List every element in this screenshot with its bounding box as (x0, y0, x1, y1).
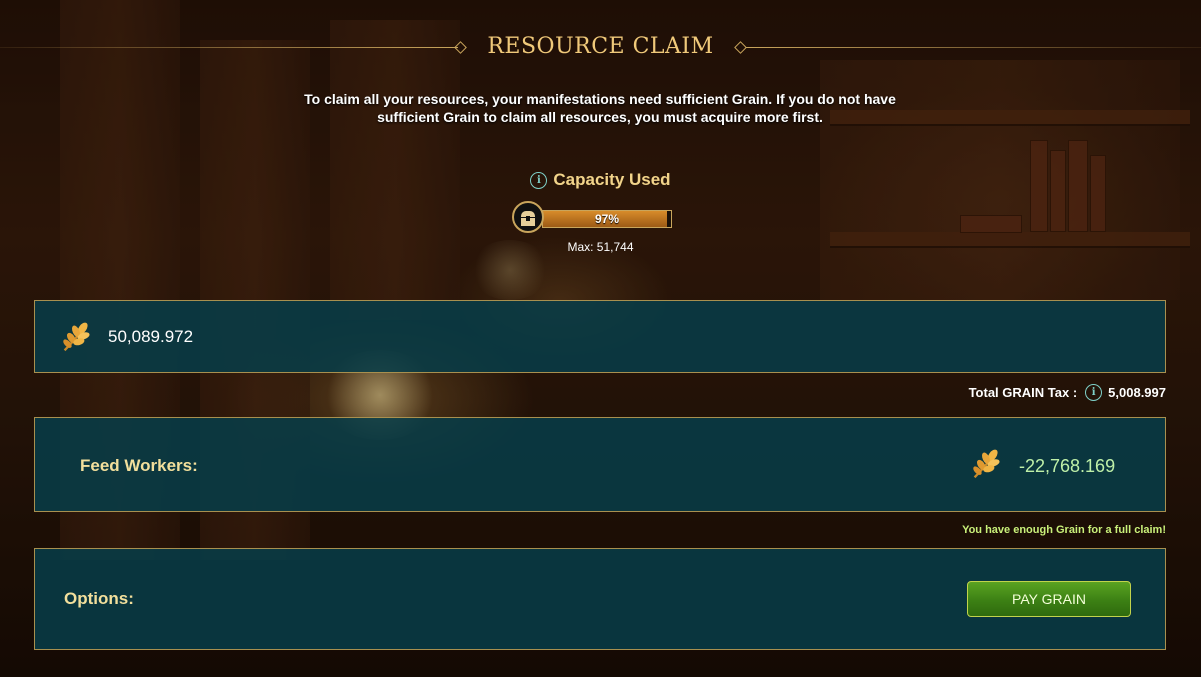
feed-workers-panel: Feed Workers: -22,768.169 (34, 417, 1166, 512)
grain-tax-label: Total GRAIN Tax : (968, 385, 1078, 400)
options-panel: Options: PAY GRAIN (34, 548, 1166, 650)
tax-info-icon[interactable]: i (1085, 384, 1103, 401)
capacity-meter: 97% (512, 201, 672, 237)
grain-tax-value: 5,008.997 (1108, 385, 1166, 400)
capacity-percent: 97% (594, 212, 620, 226)
capacity-title-label: Capacity Used (553, 170, 671, 189)
intro-text: To claim all your resources, your manife… (304, 91, 896, 125)
grain-status-message: You have enough Grain for a full claim! (962, 524, 1166, 536)
wheat-icon (973, 449, 1000, 479)
header: RESOURCE CLAIM (0, 30, 1201, 66)
capacity-max: Max: 51,744 (567, 240, 634, 254)
grain-tax-row: Total GRAIN Tax : i 5,008.997 (969, 384, 1166, 401)
pay-grain-button[interactable]: PAY GRAIN (967, 581, 1131, 617)
info-icon[interactable]: i (530, 172, 548, 190)
feed-workers-label: Feed Workers: (80, 456, 198, 475)
chest-icon (512, 201, 544, 233)
capacity-title: i Capacity Used (0, 170, 1201, 190)
page-title: RESOURCE CLAIM (487, 34, 714, 59)
grain-balance-amount: 50,089.972 (108, 327, 194, 346)
feed-workers-amount: -22,768.169 (1019, 456, 1116, 476)
wheat-icon (63, 322, 90, 352)
options-label: Options: (64, 589, 134, 608)
grain-balance-panel: 50,089.972 (34, 300, 1166, 373)
